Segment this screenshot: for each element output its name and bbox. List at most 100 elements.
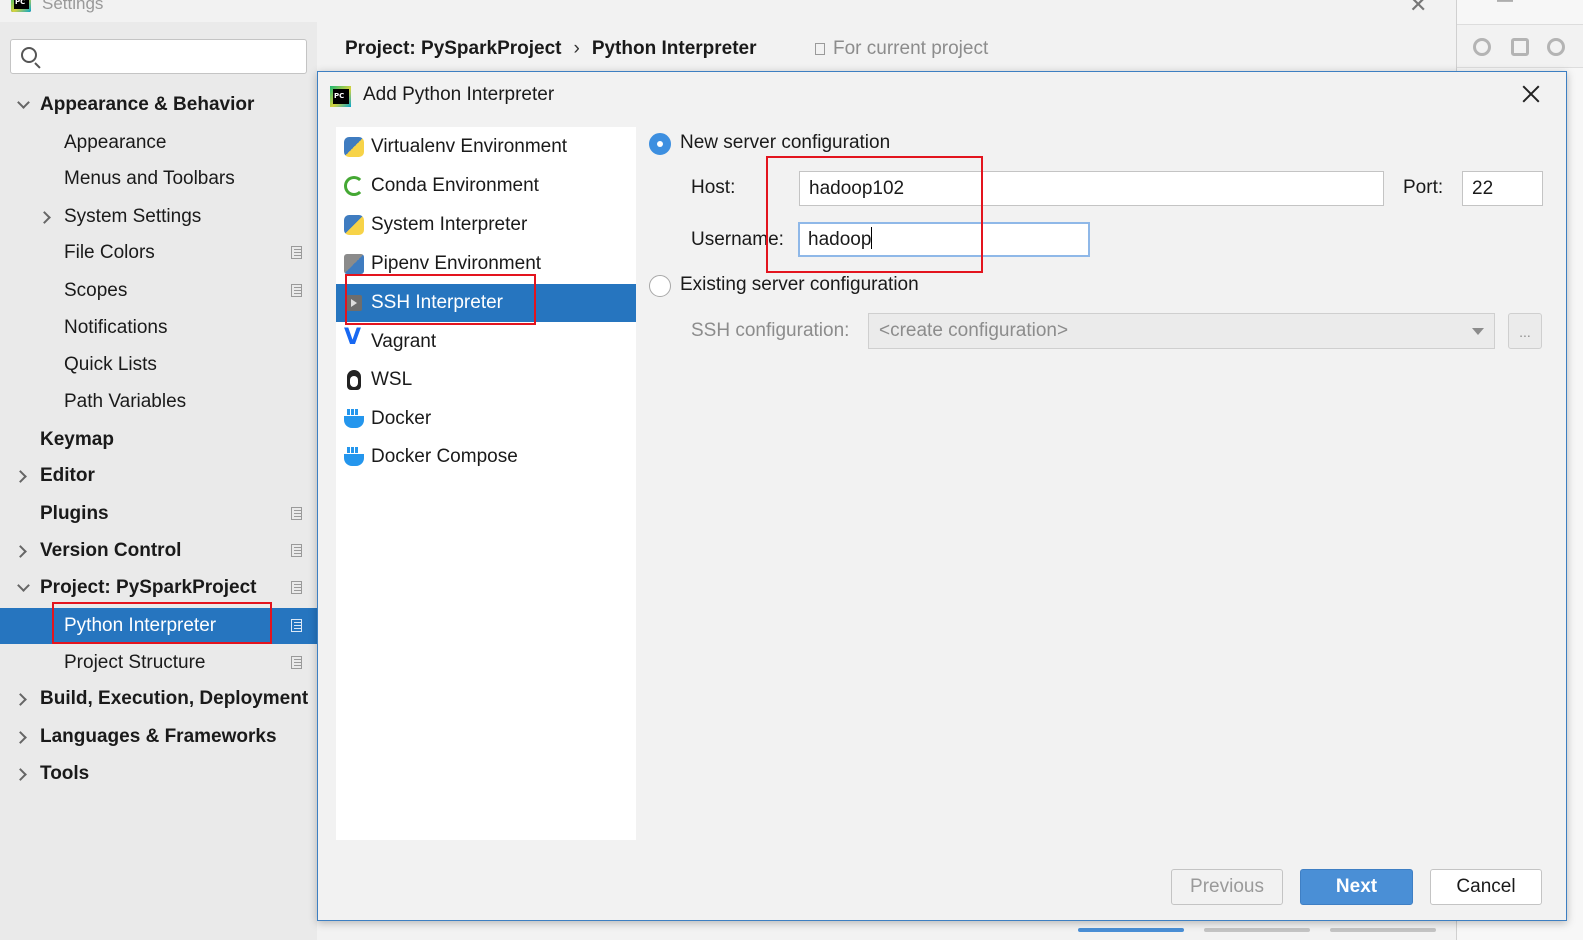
tree-file-colors[interactable]: File Colors — [0, 235, 317, 271]
conda-icon — [344, 176, 364, 196]
docker-icon — [344, 447, 364, 466]
cancel-button[interactable]: Cancel — [1430, 869, 1542, 905]
chevron-right-icon[interactable] — [14, 768, 27, 781]
tree-label: Build, Execution, Deployment — [40, 688, 309, 709]
type-wsl[interactable]: WSL — [336, 361, 636, 399]
existing-config-label[interactable]: Existing server configuration — [680, 274, 919, 296]
chevron-down-icon[interactable] — [17, 579, 30, 592]
chevron-right-icon[interactable] — [14, 545, 27, 558]
close-icon[interactable] — [1519, 82, 1543, 106]
tree-plugins[interactable]: Plugins — [0, 496, 317, 532]
type-label: Conda Environment — [371, 175, 539, 196]
vagrant-icon: V — [344, 325, 362, 350]
background-button-edge — [1204, 928, 1310, 932]
profile-icon[interactable] — [1547, 38, 1565, 56]
tree-version-control[interactable]: Version Control — [0, 533, 317, 569]
dropdown-arrow-icon — [1472, 328, 1484, 335]
scope-hint: For current project — [815, 38, 988, 60]
type-label: Docker Compose — [371, 446, 518, 467]
username-input[interactable]: hadoop — [808, 229, 871, 250]
type-vagrant[interactable]: V Vagrant — [336, 323, 636, 361]
tree-notifications[interactable]: Notifications — [0, 310, 317, 346]
settings-sidebar: Appearance & Behavior Appearance Menus a… — [0, 22, 317, 940]
type-pipenv[interactable]: Pipenv Environment — [336, 245, 636, 283]
tree-label: Editor — [40, 465, 95, 486]
type-ssh[interactable]: SSH Interpreter — [336, 284, 636, 322]
tree-tools[interactable]: Tools — [0, 756, 317, 792]
settings-titlebar: Settings ✕ — [0, 0, 1456, 22]
python-icon — [344, 215, 364, 235]
python-icon — [344, 137, 364, 157]
breadcrumb-separator: › — [573, 38, 580, 59]
ssh-config-value: <create configuration> — [879, 320, 1069, 341]
host-input[interactable]: hadoop102 — [799, 171, 1384, 206]
username-label: Username: — [691, 229, 784, 250]
tree-system-settings[interactable]: System Settings — [0, 199, 317, 235]
tree-project[interactable]: Project: PySparkProject — [0, 570, 317, 606]
type-label: WSL — [371, 369, 413, 390]
ssh-config-dropdown[interactable]: <create configuration> — [868, 313, 1495, 349]
username-field[interactable]: hadoop — [798, 222, 1090, 257]
pycharm-logo-icon — [11, 0, 31, 12]
type-label: Docker — [371, 408, 432, 429]
port-label: Port: — [1403, 177, 1444, 198]
project-scope-icon — [291, 581, 302, 594]
breadcrumb-parent[interactable]: Project: PySparkProject — [345, 38, 561, 59]
chevron-down-icon[interactable] — [17, 96, 30, 109]
minimize-icon[interactable]: — — [1497, 0, 1513, 10]
debug-bug-icon[interactable] — [1473, 38, 1491, 56]
chevron-right-icon[interactable] — [38, 211, 51, 224]
tree-path-variables[interactable]: Path Variables — [0, 384, 317, 420]
tree-menus-toolbars[interactable]: Menus and Toolbars — [0, 161, 317, 197]
tree-languages-frameworks[interactable]: Languages & Frameworks — [0, 719, 317, 755]
chevron-right-icon[interactable] — [14, 731, 27, 744]
type-label: Vagrant — [371, 331, 437, 352]
type-docker-compose[interactable]: Docker Compose — [336, 438, 636, 476]
add-interpreter-dialog: Add Python Interpreter Virtualenv Enviro… — [317, 71, 1567, 921]
tree-project-structure[interactable]: Project Structure — [0, 645, 317, 681]
tree-appearance-behavior[interactable]: Appearance & Behavior — [0, 87, 317, 123]
tree-build-execution[interactable]: Build, Execution, Deployment — [0, 681, 317, 717]
next-button[interactable]: Next — [1300, 869, 1413, 905]
tree-quick-lists[interactable]: Quick Lists — [0, 347, 317, 383]
type-docker[interactable]: Docker — [336, 400, 636, 438]
tree-python-interpreter[interactable]: Python Interpreter — [0, 608, 317, 644]
background-buttons-edge — [1078, 928, 1578, 932]
ssh-icon — [346, 295, 362, 311]
linux-penguin-icon — [347, 370, 361, 390]
tree-scopes[interactable]: Scopes — [0, 273, 317, 309]
interpreter-type-list: Virtualenv Environment Conda Environment… — [336, 127, 636, 840]
tree-label: Appearance & Behavior — [40, 94, 255, 115]
tree-label: Quick Lists — [64, 354, 157, 375]
type-label: System Interpreter — [371, 214, 528, 235]
port-input[interactable]: 22 — [1462, 171, 1543, 206]
type-system[interactable]: System Interpreter — [336, 206, 636, 244]
search-icon — [21, 47, 37, 63]
browse-config-button[interactable]: ... — [1508, 313, 1542, 349]
settings-search-input[interactable] — [47, 44, 297, 70]
background-button-edge — [1078, 928, 1184, 932]
settings-close-icon[interactable]: ✕ — [1409, 0, 1427, 18]
scope-hint-label: For current project — [833, 38, 989, 59]
project-scope-icon — [815, 43, 825, 55]
tree-label: Keymap — [40, 429, 114, 450]
type-virtualenv[interactable]: Virtualenv Environment — [336, 128, 636, 166]
tree-label: Scopes — [64, 280, 128, 301]
tree-appearance[interactable]: Appearance — [0, 125, 317, 161]
coverage-icon[interactable] — [1511, 38, 1529, 56]
new-config-label[interactable]: New server configuration — [680, 132, 890, 154]
chevron-right-icon[interactable] — [14, 470, 27, 483]
chevron-right-icon[interactable] — [14, 693, 27, 706]
settings-window-title: Settings — [42, 0, 104, 13]
ide-toolbar — [1457, 24, 1583, 68]
type-label: Virtualenv Environment — [371, 136, 568, 157]
tree-label: Project: PySparkProject — [40, 577, 257, 598]
type-conda[interactable]: Conda Environment — [336, 167, 636, 205]
settings-search-box[interactable] — [10, 39, 307, 74]
tree-keymap[interactable]: Keymap — [0, 422, 317, 458]
existing-config-radio[interactable] — [649, 275, 671, 297]
previous-button[interactable]: Previous — [1171, 869, 1283, 905]
pycharm-logo-icon — [330, 86, 351, 107]
tree-editor[interactable]: Editor — [0, 458, 317, 494]
new-config-radio[interactable] — [649, 133, 671, 155]
